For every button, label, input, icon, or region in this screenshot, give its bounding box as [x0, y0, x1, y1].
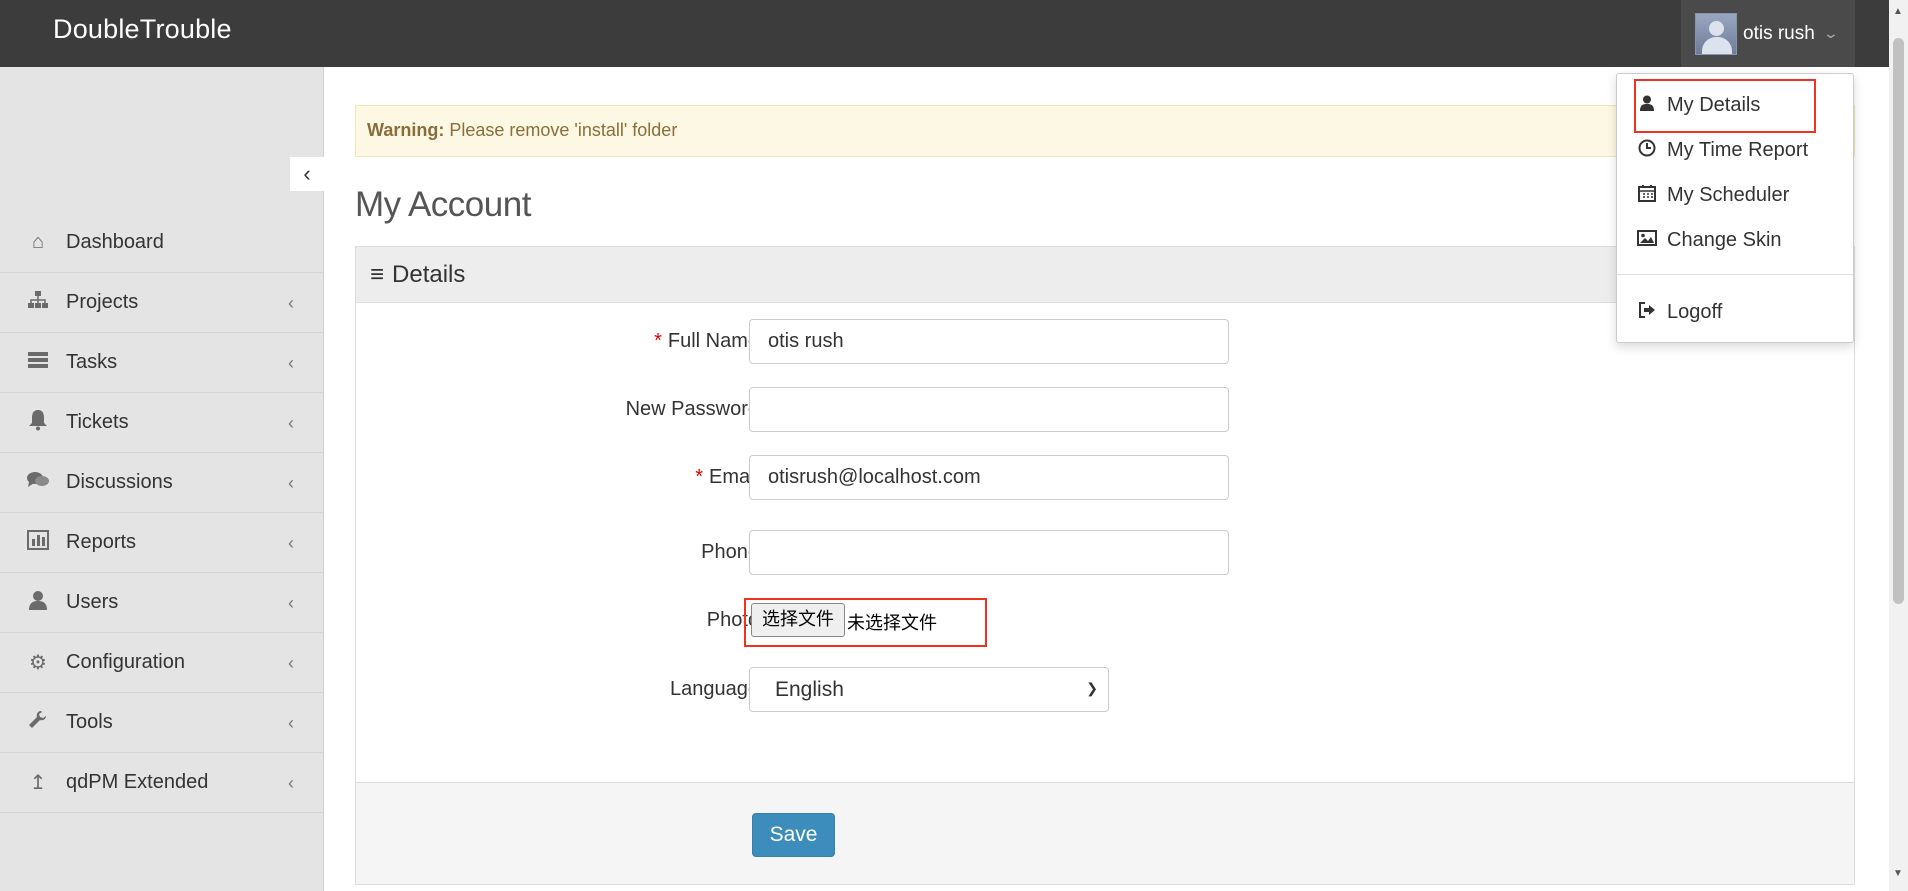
- sidebar-item-reports[interactable]: Reports ‹: [0, 513, 324, 573]
- chevron-left-icon: ‹: [288, 353, 294, 373]
- upload-icon: ↥: [29, 772, 47, 794]
- chevron-left-icon: ‹: [288, 413, 294, 433]
- sidebar-item-tools[interactable]: Tools ‹: [0, 693, 324, 753]
- sidebar-item-tickets[interactable]: Tickets ‹: [0, 393, 324, 453]
- sidebar-item-label: Configuration: [66, 651, 185, 673]
- menu-divider: [1617, 274, 1853, 275]
- sidebar-item-label: Tickets: [66, 411, 129, 433]
- full-name-input[interactable]: [749, 319, 1229, 364]
- email-input[interactable]: [749, 455, 1229, 500]
- sidebar-item-configuration[interactable]: ⚙ Configuration ‹: [0, 633, 324, 693]
- menu-item-logoff[interactable]: Logoff: [1617, 292, 1855, 332]
- clock-icon: [1637, 139, 1657, 162]
- sidebar-item-label: Tasks: [66, 351, 118, 373]
- home-icon: ⌂: [31, 231, 45, 253]
- sidebar-collapse-button[interactable]: ‹: [290, 157, 324, 191]
- sidebar-item-label: Tools: [66, 711, 113, 733]
- warning-strong: Warning:: [367, 120, 445, 140]
- sidebar-item-label: Users: [66, 591, 119, 613]
- sidebar-item-dashboard[interactable]: ⌂ Dashboard: [0, 213, 324, 273]
- user-icon: [24, 590, 52, 616]
- form-row-phone: Phone: [356, 530, 1856, 576]
- sidebar-item-discussions[interactable]: Discussions ‹: [0, 453, 324, 513]
- scroll-down-arrow-icon[interactable]: ▼: [1893, 868, 1903, 879]
- bell-icon: [24, 409, 52, 437]
- menu-item-label: My Time Report: [1667, 138, 1809, 161]
- bar-chart-icon: [24, 529, 52, 556]
- sidebar: ‹ ⌂ Dashboard Projects ‹ Tasks ‹ Tickets…: [0, 67, 324, 891]
- warning-text: Please remove 'install' folder: [444, 120, 678, 140]
- user-name: otis rush: [1743, 22, 1815, 44]
- menu-item-my-time-report[interactable]: My Time Report: [1617, 130, 1855, 170]
- menu-item-label: Change Skin: [1667, 228, 1782, 251]
- chevron-down-icon: ❯: [1086, 680, 1098, 696]
- save-button[interactable]: Save: [752, 813, 835, 857]
- chevron-left-icon: ‹: [303, 161, 311, 186]
- new-password-input[interactable]: [749, 387, 1229, 432]
- phone-input[interactable]: [749, 530, 1229, 575]
- form-row-photo: Photo 选择文件 未选择文件: [356, 598, 1856, 647]
- user-menu-toggle[interactable]: otis rush ⌄: [1681, 0, 1855, 67]
- top-navbar: DoubleTrouble otis rush ⌄: [0, 0, 1908, 67]
- calendar-icon: [1637, 184, 1657, 207]
- tasks-icon: [24, 350, 52, 376]
- menu-item-change-skin[interactable]: Change Skin: [1617, 220, 1855, 260]
- chevron-left-icon: ‹: [288, 653, 294, 673]
- chevron-left-icon: ‹: [288, 293, 294, 313]
- menu-item-label: Logoff: [1667, 300, 1723, 323]
- bars-icon: ≡: [370, 260, 385, 288]
- new-password-label: New Password: [625, 398, 759, 420]
- full-name-label: * Full Name: [654, 330, 759, 352]
- gear-icon: ⚙: [29, 652, 47, 674]
- sidebar-item-qdpm-extended[interactable]: ↥ qdPM Extended ‹: [0, 753, 324, 813]
- sidebar-item-users[interactable]: Users ‹: [0, 573, 324, 633]
- required-marker: *: [654, 330, 662, 352]
- scroll-up-arrow-icon[interactable]: ▲: [1893, 6, 1903, 17]
- sitemap-icon: [24, 290, 52, 316]
- chevron-left-icon: ‹: [288, 593, 294, 613]
- language-value: English: [775, 678, 844, 701]
- page-title: My Account: [355, 185, 531, 224]
- file-status-text: 未选择文件: [847, 613, 937, 634]
- panel-title: Details: [392, 260, 466, 288]
- form-row-new-password: New Password: [356, 387, 1856, 433]
- required-marker: *: [695, 466, 703, 488]
- wrench-icon: [24, 710, 52, 736]
- page-scrollbar[interactable]: ▲ ▼: [1889, 0, 1908, 891]
- form-row-email: * Email: [356, 455, 1856, 501]
- sidebar-item-label: Discussions: [66, 471, 173, 493]
- panel-footer: Save: [356, 782, 1854, 884]
- sidebar-item-label: Projects: [66, 291, 139, 313]
- sidebar-item-label: qdPM Extended: [66, 771, 209, 793]
- image-icon: [1637, 229, 1657, 251]
- scroll-thumb[interactable]: [1893, 38, 1904, 604]
- language-label: Language: [670, 678, 759, 700]
- app-brand[interactable]: DoubleTrouble: [53, 14, 232, 45]
- sidebar-item-label: Reports: [66, 531, 137, 553]
- sidebar-item-projects[interactable]: Projects ‹: [0, 273, 324, 333]
- chevron-left-icon: ‹: [288, 773, 294, 793]
- language-select[interactable]: English ❯: [749, 667, 1109, 712]
- sign-out-icon: [1637, 301, 1657, 323]
- chevron-down-icon: ⌄: [1822, 25, 1839, 41]
- comments-icon: [24, 470, 52, 496]
- sidebar-nav: ⌂ Dashboard Projects ‹ Tasks ‹ Tickets ‹: [0, 213, 324, 813]
- chevron-left-icon: ‹: [288, 473, 294, 493]
- highlight-box: [1634, 79, 1816, 133]
- avatar: [1695, 12, 1737, 55]
- menu-item-my-scheduler[interactable]: My Scheduler: [1617, 175, 1855, 215]
- chevron-left-icon: ‹: [288, 533, 294, 553]
- photo-file-input: 选择文件 未选择文件: [744, 598, 987, 647]
- menu-item-label: My Scheduler: [1667, 183, 1790, 206]
- choose-file-button[interactable]: 选择文件: [751, 603, 845, 637]
- form-row-language: Language English ❯: [356, 667, 1856, 713]
- chevron-left-icon: ‹: [288, 713, 294, 733]
- sidebar-item-label: Dashboard: [66, 231, 164, 253]
- sidebar-item-tasks[interactable]: Tasks ‹: [0, 333, 324, 393]
